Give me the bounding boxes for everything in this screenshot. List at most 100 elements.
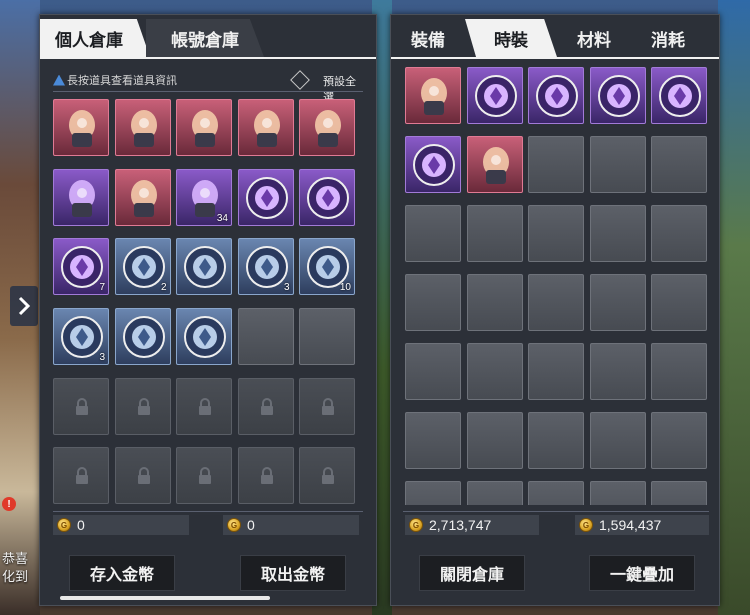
one-click-stack-button[interactable]: 一鍵疊加 [589,555,695,591]
item-quantity: 34 [216,212,228,224]
currency-divider [53,511,363,512]
empty-slot[interactable] [651,274,707,331]
gold-personal-value: 0 [77,517,85,533]
item-slot[interactable] [405,67,461,124]
empty-slot[interactable] [237,307,294,365]
lock-icon [76,467,88,485]
item-slot[interactable] [299,99,355,156]
empty-slot[interactable] [589,481,646,505]
fish-emblem-icon [536,75,578,117]
empty-slot[interactable] [528,412,584,469]
item-slot[interactable] [237,99,294,156]
item-slot[interactable] [53,168,109,226]
item-slot[interactable]: 2 [114,238,171,296]
item-quantity: 3 [99,351,105,363]
lock-icon [199,467,211,485]
close-warehouse-button[interactable]: 關閉倉庫 [419,555,525,591]
expand-arrow-button[interactable] [10,286,38,326]
empty-slot[interactable] [405,412,461,469]
lock-icon [260,467,273,485]
item-slot[interactable] [176,238,232,296]
item-slot[interactable] [114,99,171,156]
item-slot[interactable] [589,67,646,124]
teapot-icon [253,110,280,147]
item-slot[interactable] [176,99,232,156]
gold-coin-icon: G [409,518,423,532]
tab-underline [391,57,719,59]
tab-consumables[interactable]: 消耗 [631,19,705,57]
blue-dress-icon [69,179,95,217]
purple-flower-emblem-icon [307,176,349,219]
tab-personal-warehouse[interactable]: 個人倉庫 [40,19,150,57]
empty-slot[interactable] [651,136,707,193]
empty-slot[interactable] [589,136,646,193]
item-slot[interactable] [176,307,232,365]
item-slot[interactable] [114,168,171,226]
flag-emblem-icon [413,144,455,186]
gold-bound-value: 1,594,437 [599,517,662,533]
personal-item-grid: 34 7 2 3 10 3 [53,99,355,505]
empty-slot[interactable] [651,412,707,469]
item-slot[interactable]: 7 [53,238,109,296]
empty-slot[interactable] [405,274,461,331]
empty-slot[interactable] [405,205,461,262]
item-slot[interactable] [237,168,294,226]
item-slot[interactable] [528,67,584,124]
empty-slot[interactable] [528,136,584,193]
empty-slot[interactable] [651,481,707,505]
empty-slot[interactable] [405,481,461,505]
empty-slot[interactable] [466,274,523,331]
item-slot[interactable] [466,136,523,193]
select-all-checkbox[interactable] [290,70,310,90]
item-slot[interactable]: 10 [299,238,355,296]
empty-slot[interactable] [466,205,523,262]
lock-icon [76,397,88,415]
locked-slot [53,447,109,505]
warehouse-panel: 個人倉庫 帳號倉庫 長按道具查看道具資訊 預設全選 34 7 2 3 10 3 G 0 G… [39,14,377,606]
empty-slot[interactable] [528,481,584,505]
tab-equipment[interactable]: 裝備 [391,19,465,57]
empty-slot[interactable] [466,412,523,469]
empty-slot[interactable] [405,343,461,400]
empty-slot[interactable] [651,205,707,262]
empty-slot[interactable] [299,307,355,365]
alert-icon: ! [2,497,16,511]
empty-slot[interactable] [589,205,646,262]
item-slot[interactable] [53,99,109,156]
item-slot[interactable] [466,67,523,124]
gold-coin-icon: G [57,518,71,532]
locked-slot [114,377,171,435]
empty-slot[interactable] [528,343,584,400]
star-emblem-icon [184,315,226,358]
item-slot[interactable] [651,67,707,124]
empty-slot[interactable] [528,274,584,331]
locked-slot [53,377,109,435]
item-slot[interactable] [114,307,171,365]
horizontal-scrollbar[interactable] [60,596,270,600]
empty-slot[interactable] [528,205,584,262]
item-slot[interactable]: 3 [53,307,109,365]
empty-slot[interactable] [466,343,523,400]
deposit-gold-button[interactable]: 存入金幣 [69,555,175,591]
gold-bound-field: G 1,594,437 [575,515,709,535]
red-dress-icon [130,179,157,217]
tab-materials[interactable]: 材料 [557,19,631,57]
tab-costume[interactable]: 時裝 [465,19,557,57]
locked-slot [299,377,355,435]
item-slot[interactable]: 34 [176,168,232,226]
tab-account-warehouse[interactable]: 帳號倉庫 [146,19,264,57]
empty-slot[interactable] [651,343,707,400]
blonde-hair-icon [482,147,509,184]
item-slot[interactable]: 3 [237,238,294,296]
item-slot[interactable] [299,168,355,226]
withdraw-gold-button[interactable]: 取出金幣 [240,555,346,591]
info-triangle-icon [53,74,65,86]
empty-slot[interactable] [466,481,523,505]
empty-slot[interactable] [589,412,646,469]
empty-slot[interactable] [589,343,646,400]
gold-inventory-field: G 2,713,747 [405,515,539,535]
gold-warehouse-value: 0 [247,517,255,533]
empty-slot[interactable] [589,274,646,331]
item-slot[interactable] [405,136,461,193]
golden-tag-icon [315,110,341,147]
